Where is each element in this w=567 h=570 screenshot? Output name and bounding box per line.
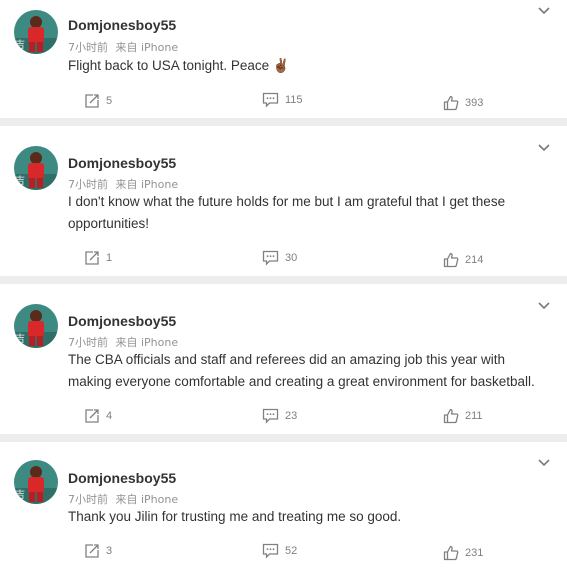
thumbs-up-icon: [443, 95, 459, 111]
author-name[interactable]: Domjonesboy55: [68, 155, 176, 171]
repost-button[interactable]: 4: [84, 406, 112, 426]
comment-count: 115: [285, 94, 303, 106]
repost-count: 4: [106, 410, 113, 422]
comment-button[interactable]: 115: [262, 90, 303, 110]
post-meta: 7小时前 来自 iPhone: [68, 39, 178, 55]
comment-icon: [262, 543, 279, 559]
post-card: 吉 Domjonesboy55 7小时前 来自 iPhone Thank you…: [0, 442, 567, 570]
like-button[interactable]: 231: [443, 543, 483, 563]
post-time[interactable]: 7小时前: [68, 178, 108, 191]
chevron-down-icon[interactable]: [537, 141, 551, 155]
like-count: 393: [465, 97, 484, 109]
comment-button[interactable]: 52: [262, 541, 297, 561]
share-icon: [85, 251, 99, 265]
post-text: Thank you Jilin for trusting me and trea…: [68, 509, 402, 524]
post-meta: 7小时前 来自 iPhone: [68, 334, 178, 350]
svg-text:吉: 吉: [15, 39, 25, 51]
comment-icon: [262, 250, 279, 266]
post-text: The CBA officials and staff and referees…: [68, 352, 535, 389]
like-count: 231: [465, 547, 484, 559]
like-count: 214: [465, 254, 484, 266]
svg-text:吉: 吉: [15, 489, 25, 501]
post-actions: 4 23 211: [0, 406, 567, 426]
svg-text:吉: 吉: [15, 333, 25, 345]
post-time[interactable]: 7小时前: [68, 336, 108, 349]
comment-count: 23: [285, 410, 298, 422]
avatar[interactable]: 吉: [14, 460, 58, 504]
post-source: 来自 iPhone: [115, 336, 179, 349]
author-name[interactable]: Domjonesboy55: [68, 313, 176, 329]
comment-count: 52: [285, 545, 298, 557]
comment-button[interactable]: 30: [262, 248, 297, 268]
post-actions: 3 52 231: [0, 541, 567, 561]
thumbs-up-icon: [443, 545, 459, 561]
post-card: 吉 Domjonesboy55 7小时前 来自 iPhone Flight ba…: [0, 0, 567, 118]
post-card: 吉 Domjonesboy55 7小时前 来自 iPhone The CBA o…: [0, 284, 567, 434]
weibo-feed: 吉 Domjonesboy55 7小时前 来自 iPhone Flight ba…: [0, 0, 567, 570]
repost-button[interactable]: 1: [84, 248, 112, 268]
author-name[interactable]: Domjonesboy55: [68, 470, 176, 486]
avatar[interactable]: 吉: [14, 10, 58, 54]
share-icon: [85, 409, 99, 423]
thumbs-up-icon: [443, 252, 459, 268]
comment-count: 30: [285, 252, 298, 264]
post-source: 来自 iPhone: [115, 493, 179, 506]
post-text: I don't know what the future holds for m…: [68, 194, 506, 231]
repost-count: 3: [106, 545, 113, 557]
chevron-down-icon[interactable]: [537, 4, 551, 18]
repost-count: 5: [106, 95, 113, 107]
post-time[interactable]: 7小时前: [68, 493, 108, 506]
post-meta: 7小时前 来自 iPhone: [68, 176, 178, 192]
author-name[interactable]: Domjonesboy55: [68, 17, 176, 33]
like-button[interactable]: 211: [443, 406, 483, 426]
post-actions: 1 30 214: [0, 248, 567, 268]
thumbs-up-icon: [443, 408, 459, 424]
avatar[interactable]: 吉: [14, 146, 58, 190]
share-icon: [85, 544, 99, 558]
post-source: 来自 iPhone: [115, 178, 179, 191]
post-meta: 7小时前 来自 iPhone: [68, 491, 178, 507]
svg-text:吉: 吉: [15, 175, 25, 187]
repost-count: 1: [106, 252, 113, 264]
avatar[interactable]: 吉: [14, 304, 58, 348]
like-count: 211: [465, 410, 483, 422]
comment-icon: [262, 408, 279, 424]
post-text: Flight back to USA tonight. Peace ✌🏾: [68, 58, 290, 73]
chevron-down-icon[interactable]: [537, 456, 551, 470]
post-actions: 5 115 393: [0, 91, 567, 111]
comment-button[interactable]: 23: [262, 406, 297, 426]
like-button[interactable]: 393: [443, 93, 483, 113]
repost-button[interactable]: 5: [84, 91, 112, 111]
share-icon: [85, 94, 99, 108]
like-button[interactable]: 214: [443, 250, 483, 270]
chevron-down-icon[interactable]: [537, 299, 551, 313]
comment-icon: [262, 92, 279, 108]
post-source: 来自 iPhone: [115, 41, 179, 54]
repost-button[interactable]: 3: [84, 541, 112, 561]
post-time[interactable]: 7小时前: [68, 41, 108, 54]
post-card: 吉 Domjonesboy55 7小时前 来自 iPhone I don't k…: [0, 126, 567, 276]
